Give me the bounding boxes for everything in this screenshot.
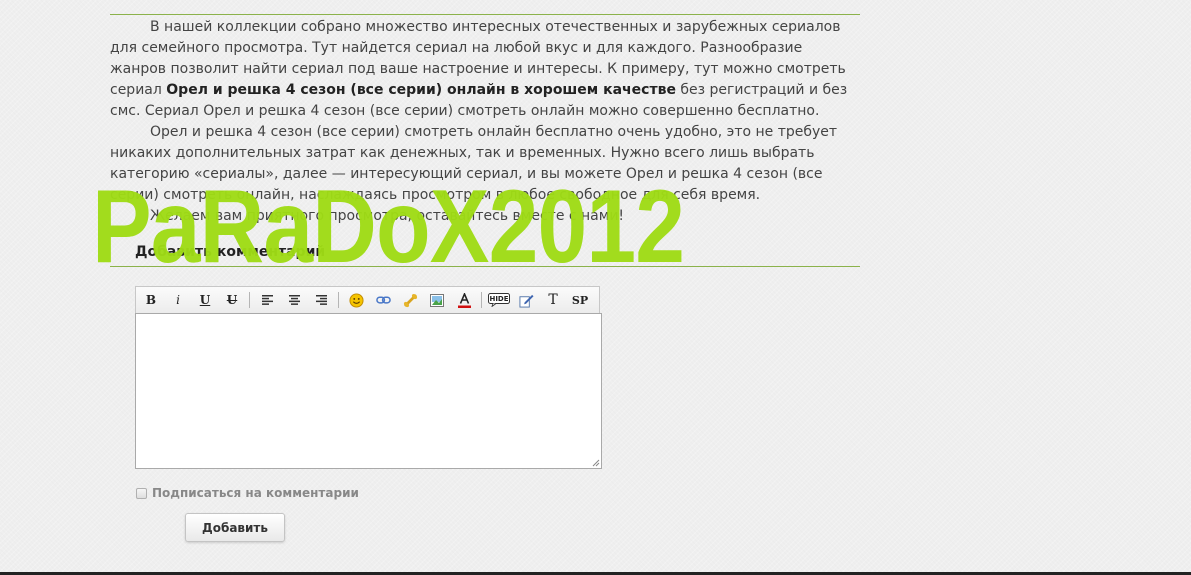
hide-icon-label: HIDE: [489, 295, 508, 303]
edit-icon[interactable]: [515, 289, 537, 311]
subscribe-checkbox[interactable]: [136, 487, 147, 499]
article-paragraph-3: Желаем вам приятного просмотра, оставайт…: [150, 208, 625, 224]
strikethrough-icon[interactable]: U: [221, 289, 243, 311]
text-color-icon[interactable]: [453, 289, 475, 311]
spoiler-icon[interactable]: SP: [569, 289, 591, 311]
image-icon[interactable]: [426, 289, 448, 311]
submit-comment-button[interactable]: Добавить: [185, 513, 285, 542]
comment-header-divider: [110, 266, 860, 267]
text-icon[interactable]: T: [542, 289, 564, 311]
bold-icon[interactable]: B: [140, 289, 162, 311]
comment-textarea[interactable]: [135, 313, 602, 469]
toolbar-separator: [481, 292, 482, 308]
align-right-icon[interactable]: [310, 289, 332, 311]
subscribe-option[interactable]: Подписаться на комментарии: [136, 486, 359, 500]
underline-icon[interactable]: U: [194, 289, 216, 311]
top-divider: [110, 14, 860, 15]
article-paragraph-2: Орел и решка 4 сезон (все серии) смотрет…: [110, 124, 838, 203]
article-text: В нашей коллекции собрано множество инте…: [110, 17, 860, 227]
subscribe-label: Подписаться на комментарии: [152, 486, 359, 500]
paragraph-1-bold-title: Орел и решка 4 сезон (все серии) онлайн …: [166, 82, 676, 98]
comment-editor: B i U U HIDE T SP: [135, 286, 602, 469]
article-paragraph-1: В нашей коллекции собрано множество инте…: [110, 17, 860, 122]
align-left-icon[interactable]: [256, 289, 278, 311]
link-icon[interactable]: [372, 289, 394, 311]
toolbar-separator: [338, 292, 339, 308]
align-center-icon[interactable]: [283, 289, 305, 311]
toolbar-separator: [249, 292, 250, 308]
editor-toolbar: B i U U HIDE T SP: [135, 286, 600, 313]
bone-icon[interactable]: [399, 289, 421, 311]
resize-grip-icon[interactable]: [592, 459, 600, 467]
article: В нашей коллекции собрано множество инте…: [110, 14, 860, 227]
hide-icon[interactable]: HIDE: [488, 289, 510, 311]
smiley-icon[interactable]: [345, 289, 367, 311]
italic-icon[interactable]: i: [167, 289, 189, 311]
comment-section-title: Добавить комментарий: [135, 244, 326, 260]
